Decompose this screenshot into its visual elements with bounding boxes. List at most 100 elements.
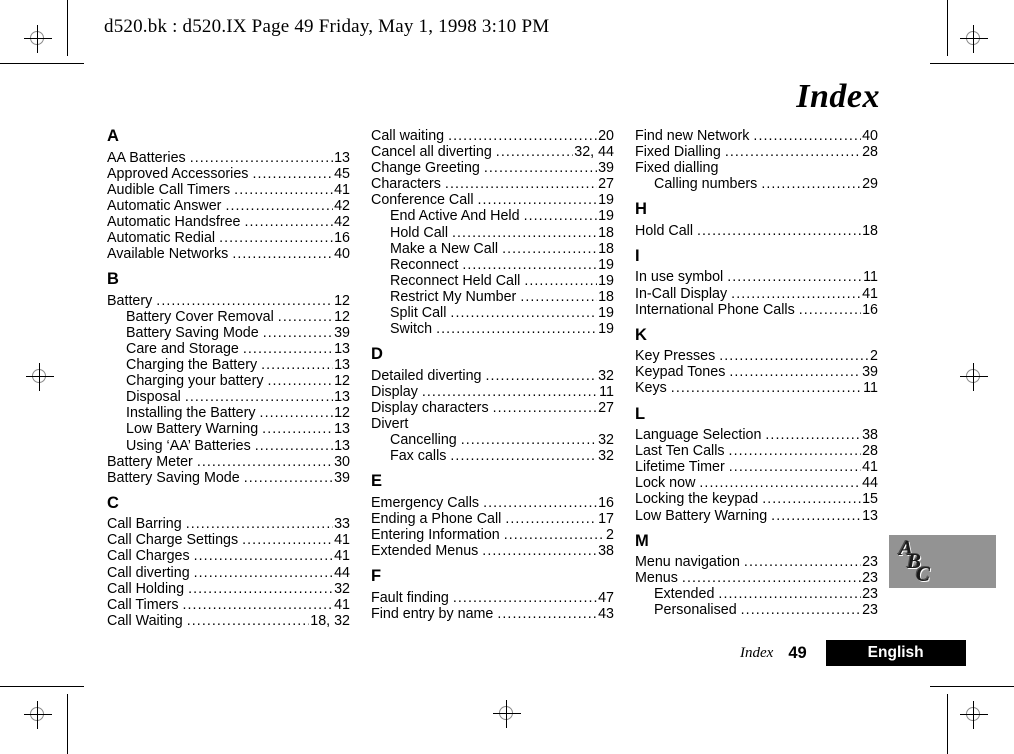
index-subentry[interactable]: Restrict My Number......................…	[371, 289, 614, 305]
index-entry[interactable]: Display characters......................…	[371, 400, 614, 416]
index-subentry[interactable]: End Active And Held.....................…	[371, 208, 614, 224]
index-subentry[interactable]: Care and Storage........................…	[107, 341, 350, 357]
section-letter-heading: I	[635, 246, 640, 265]
index-entry-label: Fax calls	[390, 448, 447, 465]
index-entry-label: Restrict My Number	[390, 288, 517, 305]
index-entry[interactable]: Locking the keypad......................…	[635, 491, 878, 507]
index-entry-label: Extended Menus	[371, 543, 479, 560]
index-entry[interactable]: Find new Network........................…	[635, 128, 878, 144]
index-entry[interactable]: Automatic Redial........................…	[107, 230, 350, 246]
index-subentry[interactable]: Reconnect Held Call.....................…	[371, 273, 614, 289]
dot-leader: ........................................…	[485, 367, 597, 384]
index-entry[interactable]: Call diverting..........................…	[107, 565, 350, 581]
index-entry-page-number: 42	[334, 213, 350, 230]
language-tab: English	[825, 640, 966, 666]
index-entry[interactable]: Automatic Handsfree.....................…	[107, 214, 350, 230]
trim-mark-bottom-right	[930, 686, 1014, 687]
dot-leader: ........................................…	[436, 321, 598, 338]
index-entry[interactable]: Low Battery Warning.....................…	[635, 508, 878, 524]
index-entry[interactable]: Emergency Calls.........................…	[371, 495, 614, 511]
index-entry[interactable]: Audible Call Timers.....................…	[107, 182, 350, 198]
index-entry[interactable]: Detailed diverting......................…	[371, 368, 614, 384]
index-entry-label: In use symbol	[635, 269, 724, 286]
index-entry[interactable]: Call Waiting............................…	[107, 613, 350, 629]
index-entry[interactable]: Ending a Phone Call.....................…	[371, 511, 614, 527]
index-entry[interactable]: Divert..................................…	[371, 416, 614, 432]
index-subentry[interactable]: Disposal................................…	[107, 389, 350, 405]
index-entry[interactable]: International Phone Calls...............…	[635, 302, 878, 318]
index-entry[interactable]: Change Greeting.........................…	[371, 160, 614, 176]
registration-vline	[39, 363, 40, 391]
index-subentry[interactable]: Charging the Battery....................…	[107, 357, 350, 373]
index-entry[interactable]: Menu navigation.........................…	[635, 554, 878, 570]
index-entry[interactable]: Characters..............................…	[371, 176, 614, 192]
index-entry[interactable]: Call Barring............................…	[107, 516, 350, 532]
index-entry[interactable]: Fixed dialling..........................…	[635, 160, 878, 176]
page-title: Index	[796, 78, 880, 115]
index-subentry[interactable]: Personalised............................…	[635, 602, 878, 618]
index-entry[interactable]: Hold Call...............................…	[635, 223, 878, 239]
index-entry[interactable]: Conference Call.........................…	[371, 192, 614, 208]
index-subentry[interactable]: Hold Call...............................…	[371, 225, 614, 241]
index-entry[interactable]: Cancel all diverting....................…	[371, 144, 614, 160]
index-subentry[interactable]: Split Call..............................…	[371, 305, 614, 321]
index-subentry[interactable]: Fax calls...............................…	[371, 448, 614, 464]
index-entry[interactable]: Battery Meter...........................…	[107, 454, 350, 470]
index-entry[interactable]: Key Presses.............................…	[635, 348, 878, 364]
dot-leader: ........................................…	[798, 301, 861, 318]
index-subentry[interactable]: Cancelling..............................…	[371, 432, 614, 448]
index-entry[interactable]: Extended Menus..........................…	[371, 543, 614, 559]
index-entry[interactable]: Fault finding...........................…	[371, 590, 614, 606]
index-entry[interactable]: Language Selection......................…	[635, 427, 878, 443]
index-subentry[interactable]: Charging your battery...................…	[107, 373, 350, 389]
dot-leader: ........................................…	[189, 149, 333, 166]
index-entry[interactable]: Fixed Dialling..........................…	[635, 144, 878, 160]
index-entry-label: Call diverting	[107, 564, 190, 581]
index-section: Find new Network........................…	[635, 128, 878, 192]
index-subentry[interactable]: Low Battery Warning.....................…	[107, 421, 350, 437]
index-entry[interactable]: Call Charge Settings....................…	[107, 532, 350, 548]
index-entry[interactable]: Lock now................................…	[635, 475, 878, 491]
index-entry[interactable]: Battery Saving Mode.....................…	[107, 470, 350, 486]
index-section: K Key Presses............................…	[635, 327, 878, 397]
index-entry[interactable]: AA Batteries............................…	[107, 150, 350, 166]
index-subentry[interactable]: Make a New Call.........................…	[371, 241, 614, 257]
index-subentry[interactable]: Switch..................................…	[371, 321, 614, 337]
dot-leader: ........................................…	[753, 128, 862, 144]
index-entry[interactable]: Find entry by name......................…	[371, 606, 614, 622]
index-entry[interactable]: Call Timers.............................…	[107, 597, 350, 613]
index-entry-label: Installing the Battery	[126, 405, 256, 422]
index-subentry[interactable]: Calling numbers.........................…	[635, 176, 878, 192]
index-entry[interactable]: Lifetime Timer..........................…	[635, 459, 878, 475]
index-entry-label: Automatic Answer	[107, 197, 222, 214]
index-entry-page-number: 39	[334, 469, 350, 486]
index-entry[interactable]: Call Charges............................…	[107, 548, 350, 564]
index-entry-page-number: 43	[598, 605, 614, 622]
index-entry[interactable]: Keypad Tones............................…	[635, 364, 878, 380]
index-entry[interactable]: In use symbol...........................…	[635, 269, 878, 285]
index-entry[interactable]: Entering Information....................…	[371, 527, 614, 543]
index-entry[interactable]: In-Call Display.........................…	[635, 286, 878, 302]
index-entry[interactable]: Keys....................................…	[635, 380, 878, 396]
registration-mark-mid-right	[959, 362, 989, 392]
index-entry[interactable]: Menus...................................…	[635, 570, 878, 586]
index-entry-label: Find new Network	[635, 128, 750, 144]
index-entry[interactable]: Approved Accessories....................…	[107, 166, 350, 182]
index-subentry[interactable]: Extended................................…	[635, 586, 878, 602]
index-entry[interactable]: Automatic Answer........................…	[107, 198, 350, 214]
index-subentry[interactable]: Using ‘AA’ Batteries....................…	[107, 438, 350, 454]
index-entry-page-number: 13	[334, 340, 350, 357]
index-subentry[interactable]: Installing the Battery..................…	[107, 405, 350, 421]
index-entry[interactable]: Call Holding............................…	[107, 581, 350, 597]
index-entry[interactable]: Last Ten Calls..........................…	[635, 443, 878, 459]
index-subentry[interactable]: Battery Cover Removal...................…	[107, 309, 350, 325]
index-entry[interactable]: Call waiting............................…	[371, 128, 614, 144]
index-entry[interactable]: Available Networks......................…	[107, 246, 350, 262]
index-entry-label: Approved Accessories	[107, 165, 249, 182]
index-section: F Fault finding..........................…	[371, 568, 614, 622]
index-subentry[interactable]: Reconnect...............................…	[371, 257, 614, 273]
index-entry[interactable]: Battery.................................…	[107, 293, 350, 309]
index-subentry[interactable]: Battery Saving Mode.....................…	[107, 325, 350, 341]
index-entry[interactable]: Display.................................…	[371, 384, 614, 400]
index-entry-page-number: 18	[598, 224, 614, 241]
